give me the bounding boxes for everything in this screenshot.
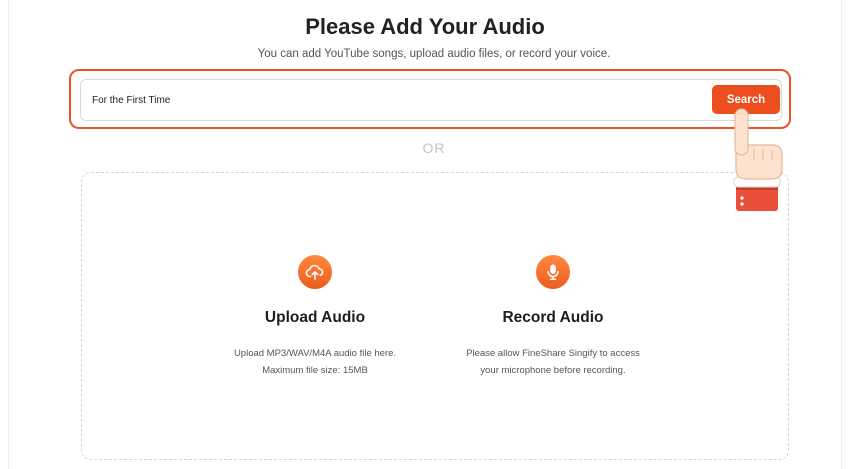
- audio-drop-zone[interactable]: [81, 172, 789, 460]
- left-border: [8, 0, 9, 469]
- page-subtitle: You can add YouTube songs, upload audio …: [257, 48, 611, 60]
- right-border: [841, 0, 842, 469]
- record-audio-title: Record Audio: [502, 309, 604, 326]
- record-audio-description: Please allow FineShare Singify to access…: [443, 345, 663, 379]
- upload-desc-line1: Upload MP3/WAV/M4A audio file here.: [233, 348, 397, 359]
- cloud-upload-icon: [298, 255, 332, 289]
- record-desc-line2: your microphone before recording.: [480, 365, 626, 376]
- microphone-icon: [536, 255, 570, 289]
- upload-audio-description: Upload MP3/WAV/M4A audio file here. Maxi…: [205, 345, 425, 379]
- pointing-hand-icon: [722, 105, 790, 217]
- upload-audio-option[interactable]: Upload Audio Upload MP3/WAV/M4A audio fi…: [205, 255, 425, 379]
- upload-audio-title: Upload Audio: [264, 309, 366, 326]
- upload-desc-line2: Maximum file size: 15MB: [262, 365, 368, 376]
- page-title: Please Add Your Audio: [305, 14, 545, 39]
- search-input[interactable]: [92, 88, 692, 112]
- record-audio-option[interactable]: Record Audio Please allow FineShare Sing…: [443, 255, 663, 379]
- record-desc-line1: Please allow FineShare Singify to access: [466, 348, 640, 359]
